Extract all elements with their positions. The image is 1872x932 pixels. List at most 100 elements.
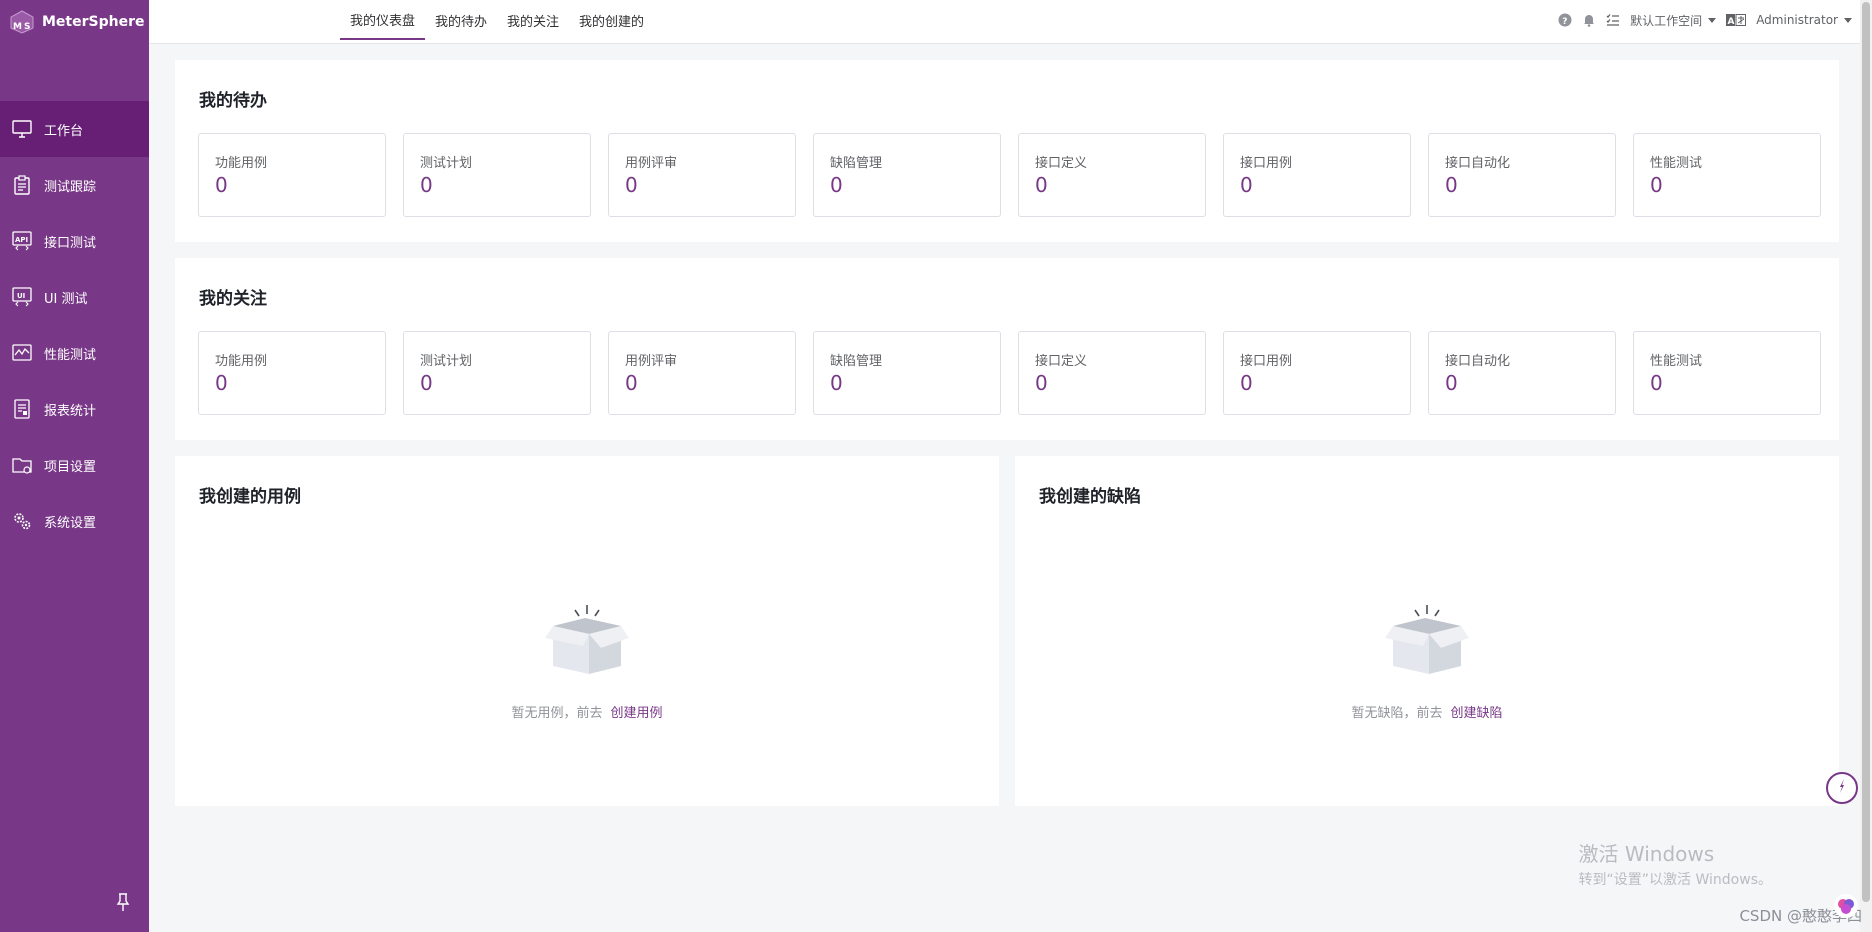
page-scrollbar[interactable]: [1860, 0, 1872, 932]
todo-card-case-review[interactable]: 用例评审 0: [608, 133, 796, 217]
svg-text:A: A: [1728, 17, 1735, 26]
svg-text:UI: UI: [17, 292, 25, 300]
follow-card-case-review[interactable]: 用例评审 0: [608, 331, 796, 415]
user-name: Administrator: [1756, 13, 1838, 27]
card-label: 接口用例: [1240, 156, 1293, 171]
panel-title: 我创建的缺陷: [1039, 487, 1141, 507]
card-value: 0: [215, 173, 228, 197]
api-icon: API: [12, 231, 32, 251]
follow-card-api-automation[interactable]: 接口自动化 0: [1428, 331, 1616, 415]
sidebar-item-ui-test[interactable]: UI UI 测试: [0, 269, 149, 325]
tab-my-dashboard[interactable]: 我的仪表盘: [340, 0, 426, 40]
create-case-link[interactable]: 创建用例: [611, 706, 663, 721]
sidebar-item-report[interactable]: 报表统计: [0, 381, 149, 437]
empty-message: 暂无用例，前去: [511, 706, 603, 721]
card-value: 0: [1445, 173, 1458, 197]
help-icon[interactable]: ?: [1558, 13, 1572, 27]
card-label: 功能用例: [215, 354, 268, 369]
sidebar-item-label: 系统设置: [44, 515, 97, 531]
sidebar-item-label: 测试跟踪: [44, 179, 97, 195]
card-label: 接口用例: [1240, 354, 1293, 369]
card-value: 0: [1650, 173, 1663, 197]
task-list-icon[interactable]: [1606, 13, 1620, 27]
card-value: 0: [420, 371, 433, 395]
scrollbar-thumb[interactable]: [1862, 2, 1870, 902]
card-value: 0: [420, 173, 433, 197]
follow-cards: 功能用例 0 测试计划 0 用例评审 0 缺陷管理 0 接口定义 0 接口用例 0 接口自动…: [198, 331, 1821, 415]
follow-card-api-case[interactable]: 接口用例 0: [1223, 331, 1411, 415]
brand-name: MeterSphere: [42, 14, 145, 30]
performance-chart-icon: [12, 343, 32, 363]
follow-card-performance-test[interactable]: 性能测试 0: [1633, 331, 1821, 415]
watermark-line2: 转到“设置”以激活 Windows。: [1578, 872, 1772, 888]
svg-text:S: S: [24, 22, 30, 32]
empty-message: 暂无缺陷，前去: [1351, 706, 1443, 721]
language-switch-icon[interactable]: A: [1726, 13, 1747, 27]
card-label: 功能用例: [215, 156, 268, 171]
todo-card-test-plan[interactable]: 测试计划 0: [403, 133, 591, 217]
sidebar-item-system-settings[interactable]: 系统设置: [0, 493, 149, 549]
tab-my-todo[interactable]: 我的待办: [425, 0, 497, 40]
todo-card-performance-test[interactable]: 性能测试 0: [1633, 133, 1821, 217]
card-label: 测试计划: [420, 156, 473, 171]
brain-icon[interactable]: [1834, 894, 1858, 918]
project-folder-icon: [12, 455, 32, 475]
sidebar-item-label: 报表统计: [44, 403, 97, 419]
user-dropdown[interactable]: Administrator: [1756, 13, 1852, 27]
follow-card-api-definition[interactable]: 接口定义 0: [1018, 331, 1206, 415]
todo-card-bug-management[interactable]: 缺陷管理 0: [813, 133, 1001, 217]
empty-text-row: 暂无用例，前去 创建用例: [511, 702, 662, 721]
card-value: 0: [625, 173, 638, 197]
workspace-dropdown[interactable]: 默认工作空间: [1630, 12, 1717, 29]
card-label: 接口定义: [1035, 354, 1088, 369]
follow-card-functional-case[interactable]: 功能用例 0: [198, 331, 386, 415]
sidebar-item-test-track[interactable]: 测试跟踪: [0, 157, 149, 213]
caret-down-icon: [1708, 17, 1717, 23]
todo-card-api-definition[interactable]: 接口定义 0: [1018, 133, 1206, 217]
sidebar-item-performance-test[interactable]: 性能测试: [0, 325, 149, 381]
create-bug-link[interactable]: 创建缺陷: [1451, 706, 1503, 721]
empty-box-icon: [539, 596, 635, 682]
tab-my-follow[interactable]: 我的关注: [497, 0, 569, 40]
card-label: 接口自动化: [1445, 156, 1511, 171]
card-label: 缺陷管理: [830, 156, 883, 171]
follow-card-bug-management[interactable]: 缺陷管理 0: [813, 331, 1001, 415]
svg-text:?: ?: [1562, 17, 1567, 27]
card-label: 测试计划: [420, 354, 473, 369]
sidebar: M S MeterSphere 工作台 测试跟踪 API 接口测试 UI UI …: [0, 0, 149, 932]
metersphere-logo-icon: M S: [8, 10, 36, 34]
panel-title: 我的待办: [199, 91, 267, 111]
card-value: 0: [625, 371, 638, 395]
todo-card-api-case[interactable]: 接口用例 0: [1223, 133, 1411, 217]
sidebar-item-workbench[interactable]: 工作台: [0, 101, 149, 157]
ui-icon: UI: [12, 287, 32, 307]
todo-card-api-automation[interactable]: 接口自动化 0: [1428, 133, 1616, 217]
card-label: 性能测试: [1650, 156, 1703, 171]
card-label: 用例评审: [625, 156, 678, 171]
sidebar-item-label: 接口测试: [44, 235, 97, 251]
sidebar-item-api-test[interactable]: API 接口测试: [0, 213, 149, 269]
sidebar-nav: 工作台 测试跟踪 API 接口测试 UI UI 测试 性能测试 报表统计 项目设…: [0, 101, 149, 549]
header-right: ? 默认工作空间 A Administrator: [1558, 0, 1852, 40]
created-bugs-panel: 我创建的缺陷 暂无缺陷，前去 创建缺陷: [1015, 456, 1839, 806]
card-label: 接口自动化: [1445, 354, 1511, 369]
card-value: 0: [1240, 173, 1253, 197]
monitor-icon: [12, 119, 32, 139]
card-value: 0: [215, 371, 228, 395]
sidebar-item-label: UI 测试: [44, 291, 88, 307]
compass-float-button[interactable]: [1826, 772, 1858, 804]
brand[interactable]: M S MeterSphere: [0, 0, 149, 44]
tab-my-created[interactable]: 我的创建的: [569, 0, 654, 40]
pin-icon[interactable]: [115, 892, 131, 912]
sidebar-item-project-settings[interactable]: 项目设置: [0, 437, 149, 493]
bell-icon[interactable]: [1582, 13, 1596, 27]
svg-text:M: M: [13, 22, 22, 32]
card-value: 0: [830, 371, 843, 395]
windows-activation-watermark: 激活 Windows 转到“设置”以激活 Windows。: [1579, 838, 1772, 889]
sidebar-item-label: 性能测试: [44, 347, 97, 363]
todo-card-functional-case[interactable]: 功能用例 0: [198, 133, 386, 217]
card-value: 0: [1035, 173, 1048, 197]
follow-card-test-plan[interactable]: 测试计划 0: [403, 331, 591, 415]
card-label: 缺陷管理: [830, 354, 883, 369]
dashboard-tabs: 我的仪表盘 我的待办 我的关注 我的创建的: [340, 0, 654, 44]
